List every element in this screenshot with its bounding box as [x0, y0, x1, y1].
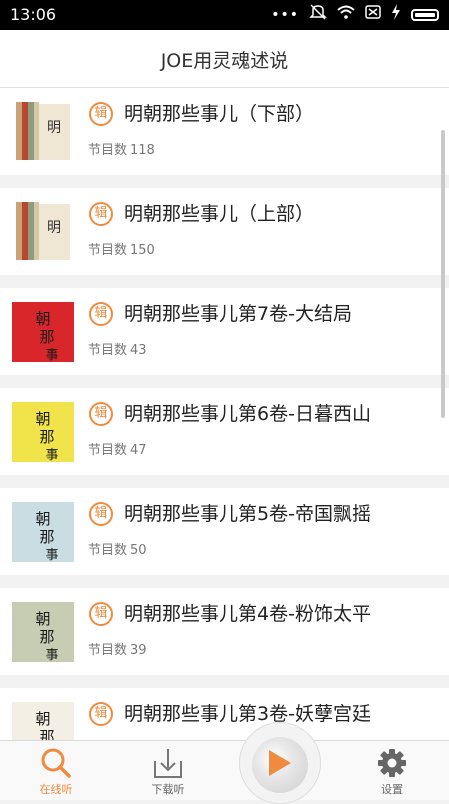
album-item[interactable]: 明 辑 明朝那些事儿（下部） 节目数 118	[0, 88, 449, 175]
count-label: 节目数	[88, 143, 128, 158]
svg-text:那: 那	[39, 728, 54, 740]
album-badge: 辑	[89, 102, 113, 126]
mute-icon	[309, 4, 327, 26]
count-value: 43	[130, 343, 147, 358]
tab-download-listen[interactable]: 下载听	[118, 741, 218, 801]
svg-text:朝: 朝	[35, 310, 50, 328]
svg-text:朝: 朝	[35, 710, 50, 728]
album-cover: 朝 那 事	[12, 602, 74, 662]
count-value: 50	[130, 543, 147, 558]
svg-text:那: 那	[39, 528, 54, 546]
download-icon	[151, 747, 185, 783]
album-item[interactable]: 明 辑 明朝那些事儿（上部） 节目数 150	[0, 188, 449, 275]
count-label: 节目数	[88, 543, 128, 558]
svg-text:明: 明	[47, 120, 61, 136]
no-sim-icon	[365, 5, 381, 25]
status-time: 13:06	[10, 5, 57, 24]
album-badge: 辑	[89, 202, 113, 226]
gear-icon	[376, 747, 408, 783]
album-title: 明朝那些事儿（下部）	[124, 103, 315, 125]
album-count: 节目数 39	[88, 639, 147, 658]
album-cover: 明	[12, 102, 74, 162]
list-scrollbar[interactable]	[441, 130, 445, 418]
album-badge: 辑	[89, 402, 113, 426]
album-item[interactable]: 朝 那 事 辑 明朝那些事儿第5卷-帝国飘摇 节目数 50	[0, 488, 449, 575]
play-icon	[269, 750, 291, 776]
album-item[interactable]: 朝 那 事 辑 明朝那些事儿第7卷-大结局 节目数 43	[0, 288, 449, 375]
svg-text:那: 那	[39, 428, 54, 446]
album-item[interactable]: 朝 那 事 辑 明朝那些事儿第4卷-粉饰太平 节目数 39	[0, 588, 449, 675]
album-count: 节目数 50	[88, 539, 147, 558]
svg-text:事: 事	[45, 348, 58, 362]
tab-settings[interactable]: 设置	[342, 741, 442, 801]
app-header: JOE用灵魂述说	[0, 30, 449, 88]
album-badge: 辑	[89, 302, 113, 326]
album-cover: 朝 那 事	[12, 402, 74, 462]
count-label: 节目数	[88, 643, 128, 658]
more-dots-icon: •••	[271, 7, 299, 23]
album-title: 明朝那些事儿第6卷-日暮西山	[124, 403, 371, 425]
count-value: 150	[130, 243, 155, 258]
count-value: 47	[130, 443, 147, 458]
album-count: 节目数 47	[88, 439, 147, 458]
album-badge: 辑	[89, 602, 113, 626]
status-icons: •••	[271, 4, 439, 26]
tab-label: 在线听	[39, 783, 73, 796]
count-label: 节目数	[88, 443, 128, 458]
album-cover: 朝 那	[12, 702, 74, 740]
album-title: 明朝那些事儿第7卷-大结局	[124, 303, 352, 325]
album-item[interactable]: 朝 那 事 辑 明朝那些事儿第6卷-日暮西山 节目数 47	[0, 388, 449, 475]
now-playing-button[interactable]	[239, 722, 321, 804]
tab-label: 下载听	[151, 783, 185, 796]
svg-text:朝: 朝	[35, 510, 50, 528]
count-label: 节目数	[88, 243, 128, 258]
page-title: JOE用灵魂述说	[160, 50, 289, 72]
svg-text:明: 明	[47, 220, 61, 236]
album-cover: 明	[12, 202, 74, 262]
search-icon	[39, 747, 73, 783]
album-list[interactable]: 明 辑 明朝那些事儿（下部） 节目数 118 明 辑 明朝那些事儿（上部） 节目数…	[0, 88, 449, 740]
svg-text:朝: 朝	[35, 610, 50, 628]
tab-label: 设置	[381, 783, 403, 796]
count-value: 118	[130, 143, 155, 158]
album-title: 明朝那些事儿第3卷-妖孽宫廷	[124, 703, 371, 725]
battery-icon	[411, 9, 439, 21]
svg-text:朝: 朝	[35, 410, 50, 428]
album-cover: 朝 那 事	[12, 502, 74, 562]
tab-online-listen[interactable]: 在线听	[6, 741, 106, 801]
album-badge: 辑	[89, 502, 113, 526]
album-count: 节目数 118	[88, 139, 155, 158]
charging-icon	[391, 4, 401, 26]
album-badge: 辑	[89, 702, 113, 726]
album-cover: 朝 那 事	[12, 302, 74, 362]
svg-text:那: 那	[39, 628, 54, 646]
svg-text:事: 事	[45, 648, 58, 662]
wifi-icon	[337, 5, 355, 25]
svg-text:那: 那	[39, 328, 54, 346]
count-label: 节目数	[88, 343, 128, 358]
bottom-tab-bar: 在线听 下载听 设置	[0, 740, 449, 800]
album-count: 节目数 43	[88, 339, 147, 358]
album-title: 明朝那些事儿（上部）	[124, 203, 315, 225]
status-bar: 13:06 •••	[0, 0, 449, 30]
album-item[interactable]: 朝 那 辑 明朝那些事儿第3卷-妖孽宫廷	[0, 688, 449, 740]
album-count: 节目数 150	[88, 239, 155, 258]
album-title: 明朝那些事儿第5卷-帝国飘摇	[124, 503, 371, 525]
album-title: 明朝那些事儿第4卷-粉饰太平	[124, 603, 371, 625]
count-value: 39	[130, 643, 147, 658]
svg-text:事: 事	[45, 548, 58, 562]
svg-text:事: 事	[45, 448, 58, 462]
